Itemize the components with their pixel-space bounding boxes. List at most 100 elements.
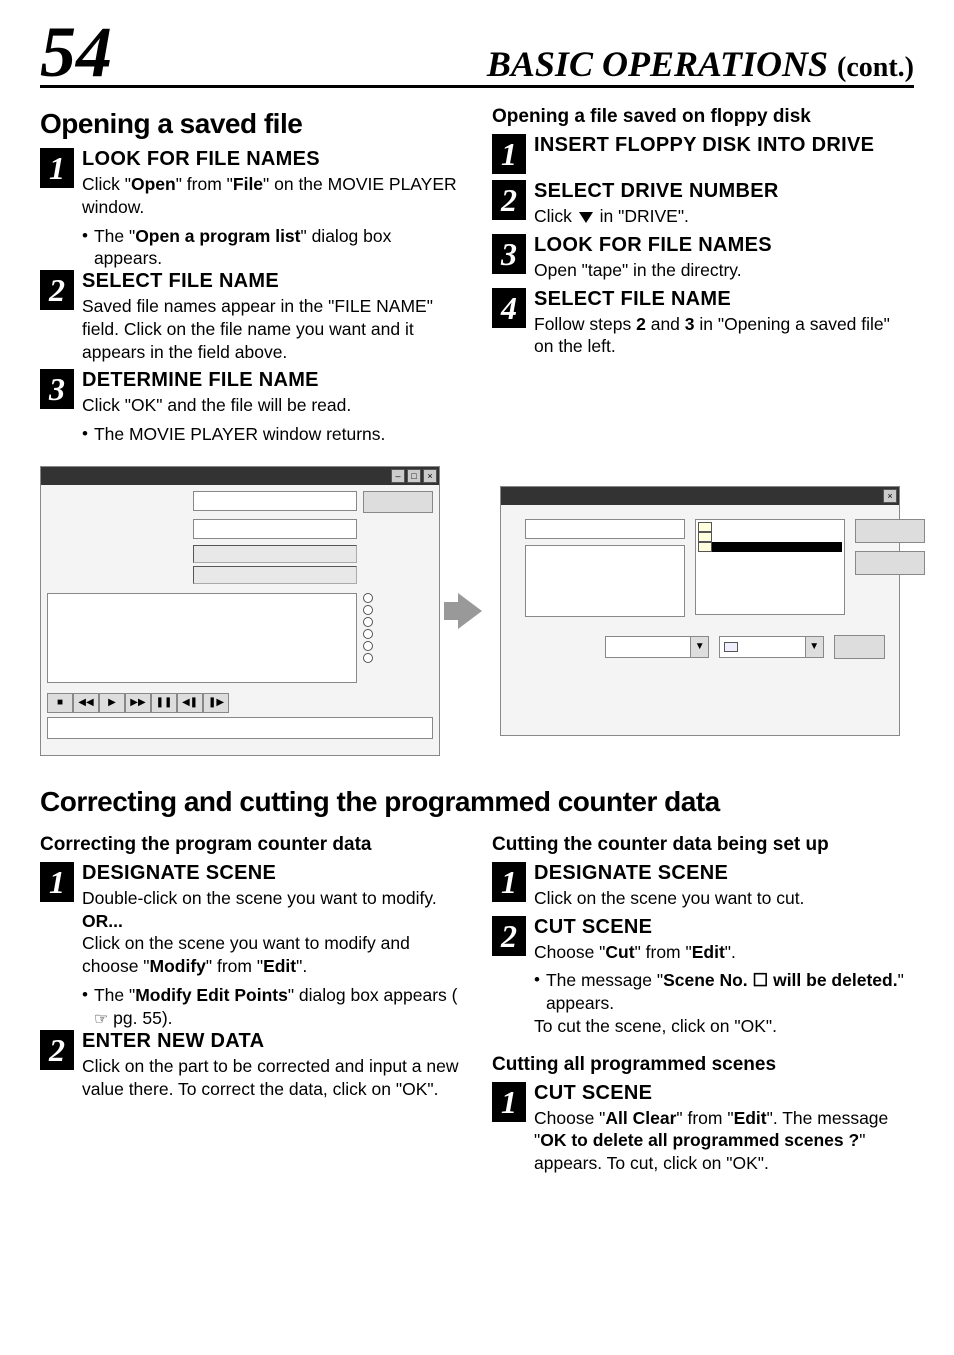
step-title: LOOK FOR FILE NAMES — [82, 148, 462, 171]
slider[interactable] — [193, 545, 357, 563]
step-designate-scene: 1 DESIGNATE SCENE Double-click on the sc… — [40, 862, 462, 978]
section2-left-col: Correcting the program counter data 1 DE… — [40, 826, 462, 1181]
step-2-select-file-name: 2 SELECT FILE NAME Saved file names appe… — [40, 270, 462, 363]
step-title: CUT SCENE — [534, 1082, 914, 1105]
folder-item-selected[interactable] — [698, 542, 842, 552]
folder-icon — [698, 542, 712, 552]
radio-option[interactable] — [363, 617, 433, 627]
radio-option[interactable] — [363, 653, 433, 663]
step-number-1: 1 — [40, 148, 74, 188]
step-number-2: 2 — [40, 270, 74, 310]
step-1-look-for-file-names: 1 LOOK FOR FILE NAMES Click "Open" from … — [40, 148, 462, 219]
step-number: 4 — [492, 288, 526, 328]
cancel-button[interactable] — [855, 551, 925, 575]
step-number: 1 — [492, 1082, 526, 1122]
step-body: Saved file names appear in the "FILE NAM… — [82, 295, 462, 363]
movie-player-window: – □ × ■ ◀◀ ▶ — [40, 466, 440, 756]
slider[interactable] — [193, 566, 357, 584]
step-fwd-button[interactable]: ❚▶ — [203, 693, 229, 713]
step-cut-scene: 2 CUT SCENE Choose "Cut" from "Edit". — [492, 916, 914, 964]
section1-right-heading: Opening a file saved on floppy disk — [492, 106, 914, 128]
bullet: • The "Modify Edit Points" dialog box ap… — [82, 984, 462, 1031]
field[interactable] — [193, 519, 357, 539]
or-label: OR... — [82, 910, 462, 933]
titlebar: – □ × — [41, 467, 439, 485]
step-r1-insert-floppy: 1 INSERT FLOPPY DISK INTO DRIVE — [492, 134, 914, 174]
folder-item[interactable] — [698, 522, 842, 532]
maximize-icon[interactable]: □ — [407, 469, 421, 483]
filename-input[interactable] — [525, 519, 685, 539]
timeline-track[interactable] — [47, 717, 433, 739]
filetype-dropdown[interactable]: ▼ — [605, 636, 709, 658]
step-designate-scene-cut: 1 DESIGNATE SCENE Click on the scene you… — [492, 862, 914, 910]
step-body: Click "OK" and the file will be read. — [82, 394, 462, 417]
step-body: Follow steps 2 and 3 in "Opening a saved… — [534, 313, 914, 359]
stop-button[interactable]: ■ — [47, 693, 73, 713]
step-title: INSERT FLOPPY DISK INTO DRIVE — [534, 134, 914, 157]
bullet-icon: • — [82, 984, 88, 1031]
radio-option[interactable] — [363, 593, 433, 603]
radio-option[interactable] — [363, 605, 433, 615]
step-r3-look-for-file-names: 3 LOOK FOR FILE NAMES Open "tape" in the… — [492, 234, 914, 282]
step-back-button[interactable]: ◀❚ — [177, 693, 203, 713]
section2-title: Correcting and cutting the programmed co… — [40, 786, 914, 818]
step-body: Click "Open" from "File" on the MOVIE PL… — [82, 173, 462, 219]
header-title-text: BASIC OPERATIONS — [487, 44, 828, 84]
screenshots-row: – □ × ■ ◀◀ ▶ — [40, 466, 914, 756]
header-title: BASIC OPERATIONS (cont.) — [487, 43, 914, 85]
step-number: 1 — [492, 134, 526, 174]
drive-dropdown[interactable]: ▼ — [719, 636, 823, 658]
rewind-button[interactable]: ◀◀ — [73, 693, 99, 713]
step-title: DESIGNATE SCENE — [82, 862, 462, 885]
step-number: 1 — [492, 862, 526, 902]
button[interactable] — [363, 491, 433, 513]
bullet: • The MOVIE PLAYER window returns. — [82, 423, 462, 446]
titlebar: × — [501, 487, 899, 505]
radio-group — [363, 593, 433, 683]
pause-button[interactable]: ❚❚ — [151, 693, 177, 713]
page-header: 54 BASIC OPERATIONS (cont.) — [40, 20, 914, 88]
step-title: SELECT DRIVE NUMBER — [534, 180, 914, 203]
button[interactable] — [834, 635, 885, 659]
bullet-icon: • — [82, 225, 88, 271]
step-title: DESIGNATE SCENE — [534, 862, 914, 885]
folder-icon — [698, 522, 712, 532]
step-r2-select-drive: 2 SELECT DRIVE NUMBER Click in "DRIVE". — [492, 180, 914, 228]
folder-item[interactable] — [698, 532, 842, 542]
step-cut-all-scenes: 1 CUT SCENE Choose "All Clear" from "Edi… — [492, 1082, 914, 1175]
step-3-determine-file-name: 3 DETERMINE FILE NAME Click "OK" and the… — [40, 369, 462, 417]
step-number: 1 — [40, 862, 74, 902]
step-number-3: 3 — [40, 369, 74, 409]
play-button[interactable]: ▶ — [99, 693, 125, 713]
ok-button[interactable] — [855, 519, 925, 543]
step-number: 2 — [492, 180, 526, 220]
section2-right-heading-1: Cutting the counter data being set up — [492, 834, 914, 856]
transport-controls: ■ ◀◀ ▶ ▶▶ ❚❚ ◀❚ ❚▶ — [47, 693, 433, 713]
table[interactable] — [47, 593, 357, 683]
step-r4-select-file-name: 4 SELECT FILE NAME Follow steps 2 and 3 … — [492, 288, 914, 359]
filename-listbox[interactable] — [525, 545, 685, 617]
field[interactable] — [193, 491, 357, 511]
step-title: ENTER NEW DATA — [82, 1030, 462, 1053]
step-body: Click on the part to be corrected and in… — [82, 1055, 462, 1101]
bullet: • The message "Scene No. ☐ will be delet… — [534, 969, 914, 1015]
radio-option[interactable] — [363, 629, 433, 639]
dropdown-arrow-icon: ▼ — [690, 637, 708, 657]
section2-right-col: Cutting the counter data being set up 1 … — [492, 826, 914, 1181]
directory-listbox[interactable] — [695, 519, 845, 615]
step-title: CUT SCENE — [534, 916, 914, 939]
drive-icon — [724, 642, 738, 652]
step-body: Open "tape" in the directry. — [534, 259, 914, 282]
ffwd-button[interactable]: ▶▶ — [125, 693, 151, 713]
section1-title: Opening a saved file — [40, 108, 462, 140]
step-title: DETERMINE FILE NAME — [82, 369, 462, 392]
step-body: Click on the scene you want to modify an… — [82, 932, 462, 978]
radio-option[interactable] — [363, 641, 433, 651]
close-icon[interactable]: × — [883, 489, 897, 503]
page-number: 54 — [40, 20, 112, 85]
step-body: Click in "DRIVE". — [534, 205, 914, 228]
minimize-icon[interactable]: – — [391, 469, 405, 483]
step-title: SELECT FILE NAME — [82, 270, 462, 293]
close-icon[interactable]: × — [423, 469, 437, 483]
arrow-right-icon — [450, 593, 490, 629]
